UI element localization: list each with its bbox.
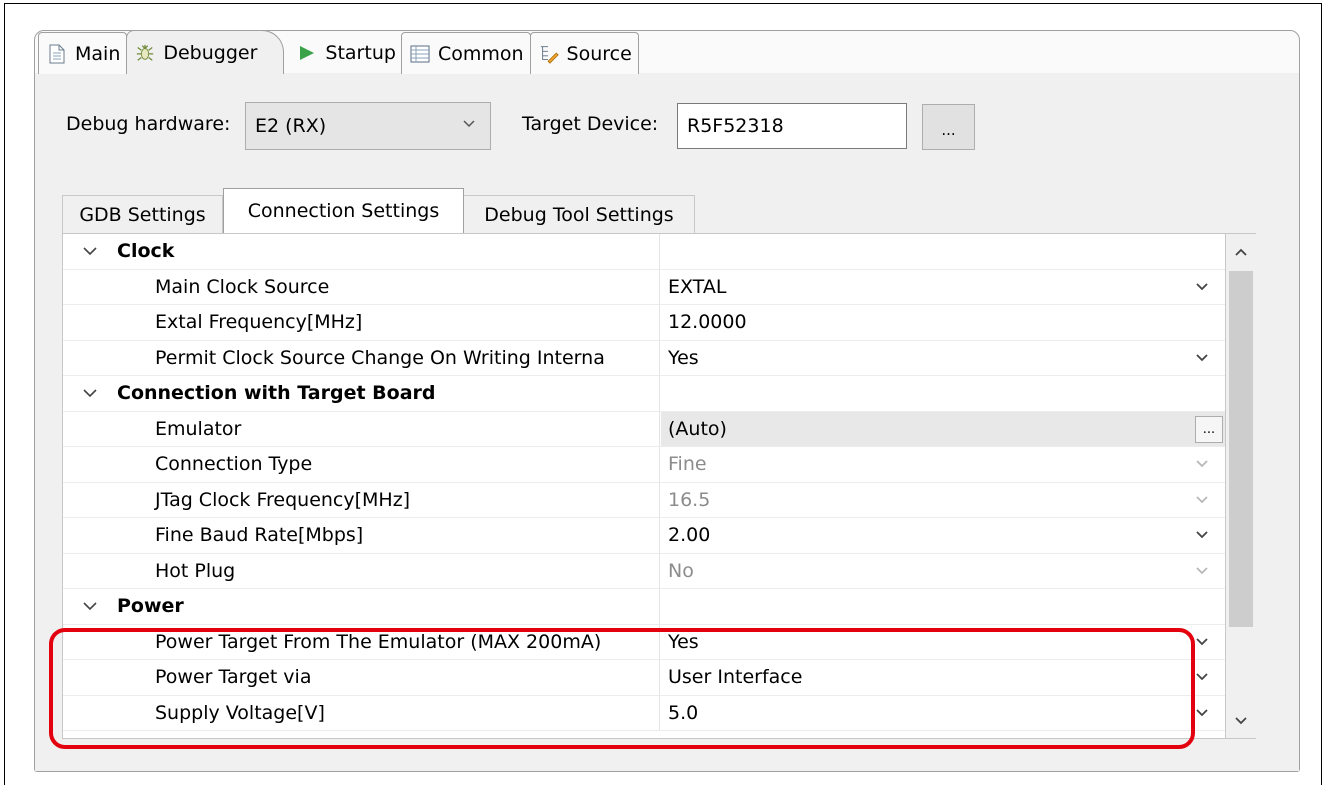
prop-value: Yes [668,630,699,653]
prop-name: Main Clock Source [63,269,660,304]
group-connection[interactable]: Connection with Target Board [63,376,1225,412]
tab-connection-settings[interactable]: Connection Settings [223,188,464,233]
prop-value: Yes [668,346,699,369]
bug-icon [135,42,155,64]
prop-name: Connection Type [63,447,660,482]
prop-hot-plug[interactable]: Hot Plug No [63,553,1225,589]
chevron-down-icon[interactable] [1195,565,1209,577]
prop-value: Fine [668,453,707,476]
prop-permit-clock-change[interactable]: Permit Clock Source Change On Writing In… [63,340,1225,376]
tab-source-label: Source [566,42,632,65]
prop-name: Hot Plug [63,553,660,588]
chevron-down-icon[interactable] [1195,352,1209,364]
chevron-down-icon[interactable] [1195,494,1209,506]
debug-hardware-select[interactable]: E2 (RX) [245,102,491,150]
prop-name: Power Target From The Emulator (MAX 200m… [63,624,660,659]
target-device-label: Target Device: [522,113,659,135]
prop-name: Permit Clock Source Change On Writing In… [63,340,660,375]
tab-common[interactable]: Common [400,32,531,74]
target-device-value: R5F52318 [687,115,784,137]
tab-main[interactable]: Main [38,32,128,74]
prop-supply-voltage[interactable]: Supply Voltage[V] 5.0 [63,695,1225,731]
tab-debug-tool-settings[interactable]: Debug Tool Settings [463,195,695,233]
target-device-browse-button[interactable]: ... [922,104,975,150]
prop-value: No [668,559,694,582]
scroll-down-button[interactable] [1226,704,1256,738]
connection-settings-table: Clock Main Clock Source EXTAL Extal Freq… [62,233,1226,739]
prop-power-via[interactable]: Power Target via User Interface [63,660,1225,696]
chevron-down-icon [1235,717,1247,725]
chevron-down-icon[interactable] [1195,636,1209,648]
launch-config-tabs: Main Debugger Startup Common Source [38,30,639,74]
source-icon [539,43,559,65]
chevron-down-icon[interactable] [83,387,105,399]
document-icon [47,43,67,65]
prop-name: Power Target via [63,660,660,695]
group-connection-title: Connection with Target Board [117,382,436,405]
emulator-browse-button[interactable]: ... [1195,415,1223,443]
tab-common-label: Common [437,42,524,65]
scroll-up-button[interactable] [1226,234,1256,269]
group-power-title: Power [117,595,184,618]
table-icon [410,43,430,65]
prop-name: Emulator [63,411,660,446]
play-icon [297,42,317,64]
chevron-down-icon[interactable] [83,600,105,612]
tab-debugger-label: Debugger [163,41,258,64]
prop-jtag-clock[interactable]: JTag Clock Frequency[MHz] 16.5 [63,482,1225,518]
prop-main-clock-source[interactable]: Main Clock Source EXTAL [63,269,1225,305]
prop-name: JTag Clock Frequency[MHz] [63,482,660,517]
prop-extal-frequency[interactable]: Extal Frequency[MHz] 12.0000 [63,305,1225,341]
target-device-field[interactable]: R5F52318 [677,103,907,149]
chevron-down-icon [463,120,475,128]
chevron-down-icon[interactable] [1195,458,1209,470]
chevron-down-icon[interactable] [1195,671,1209,683]
tab-debugger[interactable]: Debugger [126,30,285,74]
prop-value: 12.0000 [668,311,747,334]
prop-value: EXTAL [668,275,727,298]
prop-fine-baud-rate[interactable]: Fine Baud Rate[Mbps] 2.00 [63,518,1225,554]
prop-value: User Interface [668,666,803,689]
tab-source[interactable]: Source [529,32,639,74]
chevron-down-icon[interactable] [1195,529,1209,541]
scroll-thumb[interactable] [1229,271,1253,627]
prop-power-target[interactable]: Power Target From The Emulator (MAX 200m… [63,624,1225,660]
vertical-scrollbar[interactable] [1226,233,1256,739]
prop-emulator[interactable]: Emulator (Auto)... [63,411,1225,447]
prop-name: Supply Voltage[V] [63,695,660,730]
prop-value: 5.0 [668,701,699,724]
prop-name: Extal Frequency[MHz] [63,305,660,340]
prop-value: (Auto) [668,417,727,440]
tab-startup-label: Startup [325,42,396,64]
chevron-down-icon[interactable] [1195,707,1209,719]
tab-main-label: Main [75,42,121,65]
tab-startup[interactable]: Startup [283,32,402,74]
prop-connection-type[interactable]: Connection Type Fine [63,447,1225,483]
debug-hardware-label: Debug hardware: [66,113,231,135]
group-clock-title: Clock [117,240,175,263]
group-power[interactable]: Power [63,589,1225,625]
chevron-up-icon [1235,248,1247,256]
debug-hardware-value: E2 (RX) [255,115,327,137]
prop-value: 16.5 [668,488,711,511]
group-clock[interactable]: Clock [63,234,1225,270]
tab-gdb-settings[interactable]: GDB Settings [62,195,223,233]
prop-value: 2.00 [668,524,711,547]
chevron-down-icon[interactable] [83,245,105,257]
prop-name: Fine Baud Rate[Mbps] [63,518,660,553]
chevron-down-icon[interactable] [1195,281,1209,293]
